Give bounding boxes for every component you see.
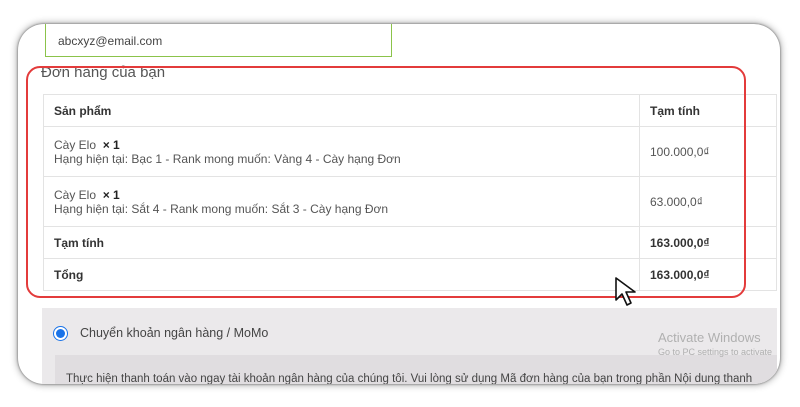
screenshot-frame: abcxyz@email.com Đơn hàng của bạn Sản ph… — [18, 24, 780, 384]
subtotal-row: Tạm tính 163.000,0₫ — [43, 226, 777, 259]
item-product-cell: Cày Elo × 1 Hạng hiện tại: Bạc 1 - Rank … — [43, 126, 640, 177]
payment-description: Thực hiện thanh toán vào ngay tài khoản … — [66, 373, 753, 384]
item-price: 63.000,0₫ — [639, 176, 777, 227]
mouse-cursor-icon — [615, 277, 636, 306]
order-table: Sản phẩm Tạm tính Cày Elo × 1 Hạng hiện … — [43, 94, 777, 291]
watermark-line1: Activate Windows — [658, 330, 761, 345]
item-price: 100.000,0₫ — [639, 126, 777, 177]
table-row: Cày Elo × 1 Hạng hiện tại: Bạc 1 - Rank … — [43, 126, 777, 177]
item-qty: × 1 — [102, 137, 120, 152]
watermark-line2: Go to PC settings to activate — [658, 347, 773, 357]
item-name: Cày Elo — [54, 187, 97, 202]
total-value: 163.000,0₫ — [639, 258, 777, 291]
table-header-row: Sản phẩm Tạm tính — [43, 94, 777, 127]
item-detail: Hạng hiện tại: Bạc 1 - Rank mong muốn: V… — [54, 151, 401, 166]
total-row: Tổng 163.000,0₫ — [43, 258, 777, 291]
email-value: abcxyz@email.com — [58, 34, 163, 48]
order-section-title: Đơn hàng của bạn — [41, 64, 166, 81]
email-field[interactable]: abcxyz@email.com — [45, 24, 392, 57]
payment-description-box: Thực hiện thanh toán vào ngay tài khoản … — [55, 355, 777, 384]
item-qty: × 1 — [102, 187, 120, 202]
payment-radio-selected[interactable] — [56, 329, 65, 338]
item-name: Cày Elo — [54, 137, 97, 152]
header-subtotal: Tạm tính — [639, 94, 777, 127]
item-product-cell: Cày Elo × 1 Hạng hiện tại: Sắt 4 - Rank … — [43, 176, 640, 227]
header-product: Sản phẩm — [43, 94, 640, 127]
activate-windows-watermark: Activate Windows Go to PC settings to ac… — [658, 330, 772, 357]
payment-method-label[interactable]: Chuyển khoản ngân hàng / MoMo — [80, 326, 268, 340]
subtotal-value: 163.000,0₫ — [639, 226, 777, 259]
total-label: Tổng — [43, 258, 640, 291]
subtotal-label: Tạm tính — [43, 226, 640, 259]
item-detail: Hạng hiện tại: Sắt 4 - Rank mong muốn: S… — [54, 201, 389, 216]
table-row: Cày Elo × 1 Hạng hiện tại: Sắt 4 - Rank … — [43, 176, 777, 227]
